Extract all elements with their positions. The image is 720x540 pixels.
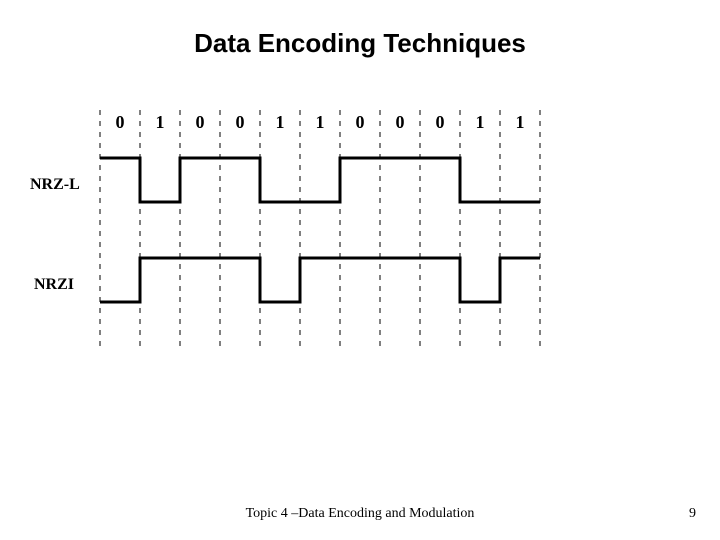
svg-text:1: 1 bbox=[276, 112, 285, 132]
page-title: Data Encoding Techniques bbox=[0, 28, 720, 59]
svg-text:0: 0 bbox=[436, 112, 445, 132]
label-nrzi: NRZI bbox=[34, 276, 74, 294]
waveform-svg: 0 1 0 0 1 1 0 0 0 1 1 bbox=[30, 110, 610, 350]
page-number: 9 bbox=[689, 506, 696, 522]
svg-text:0: 0 bbox=[356, 112, 365, 132]
svg-text:1: 1 bbox=[476, 112, 485, 132]
label-nrzl: NRZ-L bbox=[30, 176, 80, 194]
svg-text:0: 0 bbox=[236, 112, 245, 132]
svg-text:0: 0 bbox=[196, 112, 205, 132]
svg-text:1: 1 bbox=[316, 112, 325, 132]
encoding-diagram: 0 1 0 0 1 1 0 0 0 1 1 NRZ-L NRZI bbox=[30, 110, 610, 350]
svg-text:1: 1 bbox=[156, 112, 165, 132]
svg-text:1: 1 bbox=[516, 112, 525, 132]
svg-text:0: 0 bbox=[116, 112, 125, 132]
footer-text: Topic 4 –Data Encoding and Modulation bbox=[0, 506, 720, 522]
svg-text:0: 0 bbox=[396, 112, 405, 132]
slide: Data Encoding Techniques 0 1 0 0 1 1 0 0 0 1 1 NRZ… bbox=[0, 0, 720, 540]
